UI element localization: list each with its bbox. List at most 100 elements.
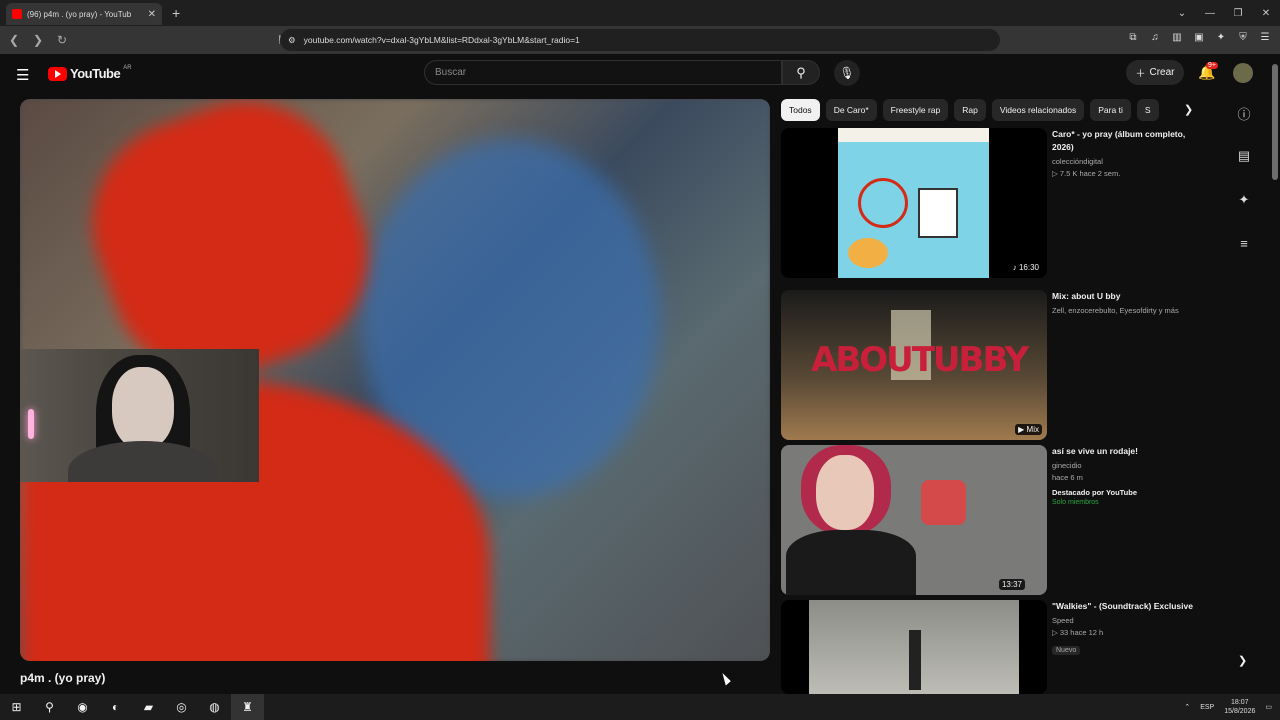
tray-chevron-icon[interactable]: ⌃ bbox=[1184, 703, 1190, 711]
youtube-header: ☰ YouTube AR Buscar ⚲ 🎙 ＋ Crear 🔔 9+ bbox=[0, 54, 1280, 94]
video-thumbnail[interactable] bbox=[781, 600, 1047, 694]
forward-icon[interactable]: ❯ bbox=[28, 33, 48, 47]
video-meta: "Walkies" - (Soundtrack) Exclusive Speed… bbox=[1052, 600, 1202, 657]
logo-text: YouTube bbox=[70, 66, 121, 81]
video-title: p4m . (yo pray) bbox=[20, 671, 106, 685]
create-button[interactable]: ＋ Crear bbox=[1126, 60, 1184, 85]
chrome-icon[interactable]: ◎ bbox=[165, 694, 198, 720]
create-label: Crear bbox=[1149, 67, 1175, 78]
file-explorer-icon[interactable]: ▰ bbox=[132, 694, 165, 720]
scrollbar[interactable] bbox=[1272, 64, 1278, 180]
hamburger-menu-icon[interactable]: ☰ bbox=[16, 66, 29, 84]
thumbnail-face bbox=[816, 455, 874, 530]
clock-time: 18:07 bbox=[1231, 699, 1249, 706]
search-icon[interactable]: ⚲ bbox=[33, 694, 66, 720]
chevron-right-icon[interactable]: ❯ bbox=[1238, 654, 1247, 667]
media-icon[interactable]: ♫ bbox=[1148, 32, 1162, 46]
maximize-button[interactable]: ❐ bbox=[1224, 8, 1252, 19]
shield-icon[interactable]: ⛨ bbox=[1236, 32, 1250, 46]
duration-badge: 13:37 bbox=[998, 579, 1025, 590]
youtube-favicon-icon bbox=[12, 9, 22, 19]
voice-search-button[interactable]: 🎙 bbox=[834, 60, 860, 86]
channel-name[interactable]: Zell, enzocerebulto, Eyesofdirty y más bbox=[1052, 305, 1202, 317]
video-player[interactable] bbox=[20, 99, 770, 661]
channel-name[interactable]: Speed bbox=[1052, 615, 1202, 627]
video-title[interactable]: así se vive un rodaje! bbox=[1052, 445, 1202, 458]
video-thumbnail[interactable]: ABOUTUBBY ▶ Mix bbox=[781, 290, 1047, 440]
mix-badge: ▶ Mix bbox=[1015, 424, 1042, 435]
brave-icon[interactable]: ♜ bbox=[231, 694, 264, 720]
taskbar: ⊞ ⚲ ◉ ◐ ▰ ◎ ◍ ♜ ⌃ ESP 18:07 15/8/2026 ▭ bbox=[0, 694, 1280, 720]
tab-title: (96) p4m . (yo pray) - YouTub bbox=[27, 9, 132, 19]
chip-freestyle-rap[interactable]: Freestyle rap bbox=[882, 99, 949, 121]
address-bar-row: ❮ ❯ ↻ ⚑ ⚙ youtube.com/watch?v=dxal-3gYbL… bbox=[0, 26, 1280, 54]
info-icon[interactable]: ⓘ bbox=[1232, 104, 1256, 148]
chip-rap[interactable]: Rap bbox=[954, 99, 986, 121]
chat-icon[interactable]: ▤ bbox=[1232, 148, 1256, 192]
video-stats: ▷ 7.5 K hace 2 sem. bbox=[1052, 169, 1121, 178]
thumbnail-doodle bbox=[918, 188, 958, 238]
chip-para-ti[interactable]: Para ti bbox=[1090, 99, 1131, 121]
site-info-icon[interactable]: ⚙ bbox=[288, 35, 296, 46]
clock-date: 15/8/2026 bbox=[1224, 708, 1256, 715]
video-thumbnail[interactable]: ♪ 16:30 bbox=[781, 128, 1047, 278]
thumbnail-doodle bbox=[848, 238, 888, 268]
members-only-badge: Solo miembros bbox=[1052, 499, 1099, 506]
avatar[interactable] bbox=[1233, 63, 1253, 83]
youtube-logo[interactable]: YouTube AR bbox=[48, 65, 132, 81]
reload-icon[interactable]: ↻ bbox=[52, 33, 72, 47]
ai-icon[interactable]: ✦ bbox=[1214, 32, 1228, 46]
search-button[interactable]: ⚲ bbox=[782, 60, 820, 85]
extensions-icon[interactable]: ⧉ bbox=[1126, 32, 1140, 46]
chip-de-caro[interactable]: De Caro* bbox=[825, 99, 877, 121]
url-text: youtube.com/watch?v=dxal-3gYbLM&list=RDd… bbox=[303, 35, 580, 45]
video-meta: Caro* - yo pray (álbum completo, 2026) c… bbox=[1052, 128, 1202, 180]
system-tray: ⌃ ESP 18:07 15/8/2026 ▭ bbox=[1184, 694, 1272, 720]
video-title[interactable]: "Walkies" - (Soundtrack) Exclusive bbox=[1052, 600, 1202, 613]
thumbnail-artwork bbox=[838, 128, 989, 278]
video-title[interactable]: Mix: about U bby bbox=[1052, 290, 1202, 303]
thumbnail-doodle bbox=[858, 178, 908, 228]
url-field[interactable]: ⚙ youtube.com/watch?v=dxal-3gYbLM&list=R… bbox=[280, 29, 1000, 51]
notification-center-icon[interactable]: ▭ bbox=[1265, 703, 1272, 711]
windows-start-icon[interactable]: ⊞ bbox=[0, 694, 33, 720]
sparkle-icon[interactable]: ✦ bbox=[1232, 192, 1256, 236]
new-badge: Nuevo bbox=[1052, 646, 1081, 655]
chip-videos-relacionados[interactable]: Videos relacionados bbox=[991, 99, 1085, 121]
search-input[interactable]: Buscar bbox=[424, 60, 782, 85]
channel-name[interactable]: coleccióndigital bbox=[1052, 156, 1202, 168]
thumbnail-shirt bbox=[786, 530, 916, 595]
chip-todos[interactable]: Todos bbox=[781, 99, 820, 121]
discord-icon[interactable]: ◐ bbox=[99, 694, 132, 720]
video-meta: Mix: about U bby Zell, enzocerebulto, Ey… bbox=[1052, 290, 1202, 317]
video-thumbnail[interactable]: 13:37 bbox=[781, 445, 1047, 595]
language-indicator[interactable]: ESP bbox=[1200, 704, 1214, 711]
back-icon[interactable]: ❮ bbox=[4, 33, 24, 47]
obs-icon[interactable]: ◍ bbox=[198, 694, 231, 720]
browser-tab-strip: (96) p4m . (yo pray) - YouTub ✕ + ⌄ — ❐ … bbox=[0, 0, 1280, 26]
duration-badge: ♪ 16:30 bbox=[1009, 262, 1042, 273]
featured-label: Destacado por YouTube bbox=[1052, 488, 1138, 497]
webcam-face bbox=[112, 367, 174, 449]
plus-icon: ＋ bbox=[1135, 69, 1146, 80]
wallet-icon[interactable]: ▣ bbox=[1192, 32, 1206, 46]
new-tab-button[interactable]: + bbox=[172, 5, 180, 21]
browser-tab[interactable]: (96) p4m . (yo pray) - YouTub ✕ bbox=[6, 3, 162, 25]
steam-icon[interactable]: ◉ bbox=[66, 694, 99, 720]
mouse-cursor bbox=[722, 671, 732, 686]
extension-icons: ⧉ ♫ ▥ ▣ ✦ ⛨ ☰ bbox=[1126, 32, 1272, 46]
close-window-button[interactable]: ✕ bbox=[1252, 8, 1280, 19]
browser-menu-icon[interactable]: ☰ bbox=[1258, 32, 1272, 46]
playlist-icon[interactable]: ≡ bbox=[1232, 236, 1256, 280]
video-title[interactable]: Caro* - yo pray (álbum completo, 2026) bbox=[1052, 128, 1202, 154]
webcam-overlay bbox=[20, 349, 259, 482]
channel-name[interactable]: ginecidio bbox=[1052, 460, 1202, 472]
chip-more[interactable]: S bbox=[1136, 99, 1159, 121]
sidebar-icon[interactable]: ▥ bbox=[1170, 32, 1184, 46]
tab-search-icon[interactable]: ⌄ bbox=[1168, 8, 1196, 19]
minimize-button[interactable]: — bbox=[1196, 8, 1224, 19]
chevron-right-icon[interactable]: ❯ bbox=[1184, 103, 1193, 116]
video-stats: hace 6 m bbox=[1052, 473, 1083, 482]
clock[interactable]: 18:07 15/8/2026 bbox=[1224, 698, 1255, 716]
tab-close-icon[interactable]: ✕ bbox=[148, 9, 156, 20]
